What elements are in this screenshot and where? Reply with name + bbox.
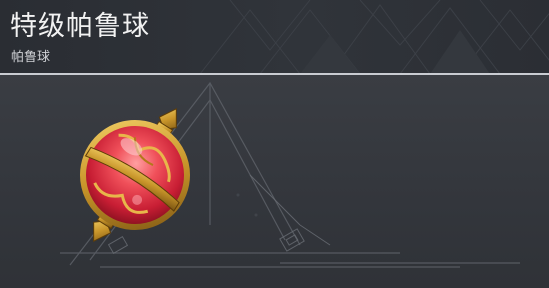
item-category-label: 帕鲁球 <box>11 50 51 65</box>
item-name-title: 特级帕鲁球 <box>10 11 150 42</box>
item-header: 特级帕鲁球 帕鲁球 <box>0 0 549 74</box>
item-preview-panel <box>0 75 549 288</box>
ultra-pal-sphere-icon <box>80 108 190 242</box>
item-detail-card: 特级帕鲁球 帕鲁球 <box>0 0 549 288</box>
